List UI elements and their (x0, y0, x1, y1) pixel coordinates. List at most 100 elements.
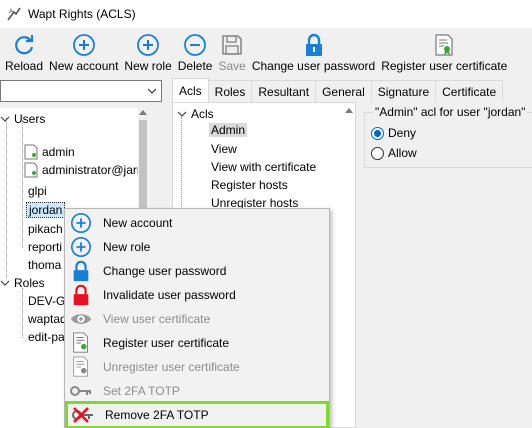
new-account-label: New account (49, 59, 119, 73)
menu-item-label: Set 2FA TOTP (103, 384, 180, 398)
app-logo-icon (7, 7, 21, 21)
menu-item-label: View user certificate (103, 312, 211, 326)
reload-button[interactable]: Reload (2, 28, 46, 76)
allow-radio[interactable]: Allow (371, 146, 417, 160)
delete-button[interactable]: Delete (175, 28, 216, 76)
save-button[interactable]: Save (215, 28, 248, 76)
new-role-button[interactable]: New role (121, 28, 174, 76)
acl-item-label: Register hosts (211, 178, 288, 192)
menu-item-view-user-certificate[interactable]: View user certificate (65, 307, 329, 331)
acl-item[interactable]: View (211, 142, 237, 156)
chevron-down-icon[interactable] (147, 86, 157, 96)
tree-node-label: pikach (28, 222, 63, 236)
certificate-icon (435, 34, 453, 56)
tree-node-user-selected[interactable]: jordan (26, 202, 66, 218)
tab-acls[interactable]: Acls (172, 78, 209, 102)
menu-item-label: Unregister user certificate (103, 360, 240, 374)
acl-item-label: View (211, 142, 237, 156)
key-remove-icon (72, 407, 93, 423)
tab-signature[interactable]: Signature (370, 80, 437, 102)
tree-node-label: Acls (191, 107, 214, 121)
tree-node-label: admin (42, 145, 75, 159)
register-user-certificate-button[interactable]: Register user certificate (378, 28, 510, 76)
context-menu: New account New role Change user passwor… (64, 208, 330, 428)
radio-unchecked-icon[interactable] (371, 146, 384, 160)
toolbar: Reload New account New role Delete Save (0, 28, 532, 76)
tree-guide-line (22, 120, 23, 248)
acl-item[interactable]: Register hosts (211, 178, 288, 192)
title-bar: Wapt Rights (ACLS) (0, 0, 532, 28)
filter-combo[interactable] (0, 80, 162, 102)
tab-label: Certificate (442, 84, 497, 99)
padlock-red-icon (73, 284, 89, 306)
deny-radio[interactable]: Deny (371, 126, 416, 140)
tab-bar: Acls Roles Resultant General Signature C… (172, 78, 532, 102)
acl-tree-scrollbar[interactable] (344, 106, 354, 426)
plus-circle-icon (137, 34, 159, 56)
tree-node-role[interactable]: edit-pa (28, 330, 65, 344)
menu-item-invalidate-user-password[interactable]: Invalidate user password (65, 283, 329, 307)
certificate-icon (24, 144, 38, 160)
tree-node-role[interactable]: waptad (28, 312, 67, 326)
tree-node-user[interactable]: admin (24, 144, 75, 160)
menu-item-label: Remove 2FA TOTP (105, 408, 209, 422)
tree-node-label: jordan (26, 202, 66, 218)
radio-checked-icon[interactable] (371, 126, 384, 140)
acl-tree-root[interactable]: Acls (177, 107, 214, 121)
menu-item-label: Change user password (103, 264, 227, 278)
acl-detail-panel: "Admin" acl for user "jordan" Deny Allow (360, 102, 532, 428)
floppy-icon (222, 35, 242, 55)
tree-node-roles[interactable]: Roles (0, 276, 45, 290)
plus-circle-icon (71, 213, 91, 233)
menu-item-change-user-password[interactable]: Change user password (65, 259, 329, 283)
tree-node-user[interactable]: pikach (28, 222, 63, 236)
menu-item-new-account[interactable]: New account (65, 211, 329, 235)
acl-item-selected[interactable]: Admin (209, 123, 248, 137)
tree-node-label: glpi (28, 184, 47, 198)
tab-resultant[interactable]: Resultant (251, 80, 317, 102)
acl-item-label: View with certificate (211, 160, 317, 174)
scroll-up-icon[interactable] (345, 106, 353, 116)
deny-label: Deny (388, 126, 417, 140)
menu-item-set-2fa-totp[interactable]: Set 2FA TOTP (65, 379, 329, 403)
tab-certificate[interactable]: Certificate (435, 80, 504, 102)
tree-node-user[interactable]: administrator@jarr (24, 162, 138, 178)
tree-guide-line (6, 118, 7, 278)
save-label: Save (218, 59, 246, 73)
acl-item-label: Admin (211, 123, 246, 137)
tab-label: Signature (377, 84, 430, 99)
tree-node-user[interactable]: glpi (28, 184, 47, 198)
certificate-icon (24, 162, 38, 178)
menu-item-label: Register user certificate (103, 336, 230, 350)
tree-node-label: thoma (28, 258, 62, 272)
change-user-password-button[interactable]: Change user password (249, 28, 378, 76)
new-account-button[interactable]: New account (46, 28, 121, 76)
scroll-up-icon[interactable] (139, 108, 147, 118)
padlock-blue-icon (73, 260, 89, 282)
tab-label: Acls (179, 83, 202, 98)
new-role-label: New role (124, 59, 172, 73)
key-icon (70, 386, 91, 396)
tree-node-user[interactable]: reporti (28, 240, 62, 254)
menu-item-unregister-user-certificate[interactable]: Unregister user certificate (65, 355, 329, 379)
tab-roles[interactable]: Roles (207, 80, 253, 102)
acl-item[interactable]: View with certificate (211, 160, 316, 174)
menu-item-register-user-certificate[interactable]: Register user certificate (65, 331, 329, 355)
tree-node-user[interactable]: thoma (28, 258, 61, 272)
tree-node-users[interactable]: Users (0, 112, 45, 126)
tree-node-label: edit-pa (28, 330, 65, 344)
menu-item-label: New role (103, 240, 151, 254)
certificate-icon (73, 332, 88, 353)
tab-general[interactable]: General (315, 80, 372, 102)
reload-label: Reload (5, 59, 44, 73)
chevron-down-icon[interactable] (0, 114, 10, 124)
chevron-down-icon[interactable] (0, 278, 10, 288)
tree-guide-line (22, 288, 23, 338)
eye-icon (70, 314, 92, 324)
chevron-down-icon[interactable] (177, 109, 187, 119)
change-user-password-label: Change user password (251, 59, 376, 73)
menu-item-remove-2fa-totp[interactable]: Remove 2FA TOTP (65, 401, 329, 428)
acl-groupbox: "Admin" acl for user "jordan" Deny Allow (364, 105, 532, 168)
delete-label: Delete (177, 59, 213, 73)
menu-item-new-role[interactable]: New role (65, 235, 329, 259)
